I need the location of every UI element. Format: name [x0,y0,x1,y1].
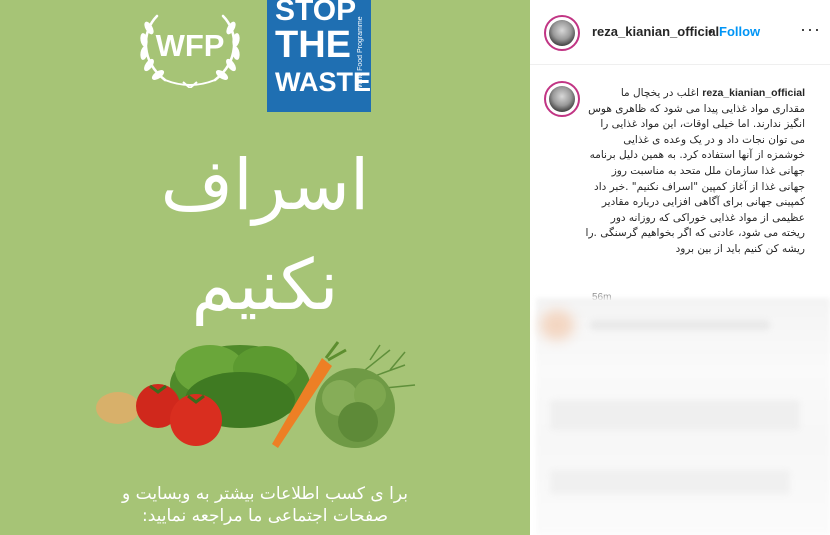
footer-text-2: صفحات اجتماعی ما مراجعه نمایید: [141,506,389,526]
caption-avatar-image [549,86,575,112]
caption-paragraph-1: reza_kianian_official اغلب در یخچال ما م… [585,86,805,195]
wfp-logo: WFP [135,6,245,90]
caption-username[interactable]: reza_kianian_official [702,87,805,99]
post-header: reza_kianian_official • Follow ··· [530,0,830,65]
post-image[interactable]: WFP STOP THE WASTE World Food Programme … [0,0,530,535]
post-caption: reza_kianian_official اغلب در یخچال ما م… [585,86,805,258]
caption-avatar[interactable] [544,81,580,117]
broccoli-icon [315,368,395,448]
header-username[interactable]: reza_kianian_official [592,24,719,39]
caption-paragraph-2: کمپینی جهانی برای آگاهی افزایی درباره مق… [585,196,805,255]
stw-side-text: World Food Programme [357,16,364,92]
blurred-line [590,320,770,330]
vegetables-illustration [96,341,416,448]
blurred-avatar [540,310,574,340]
blurred-block-2 [550,470,790,494]
headline-line-1: اسراف [160,144,370,226]
avatar-image [549,20,575,46]
stop-the-waste-logo: STOP THE WASTE World Food Programme [267,0,371,112]
potato-icon [96,392,140,424]
avatar[interactable] [544,15,580,51]
more-options-icon[interactable]: ··· [800,19,821,40]
blurred-block [550,400,800,430]
wfp-logo-text: WFP [155,28,225,63]
post-sidebar: reza_kianian_official • Follow ··· reza_… [530,0,830,535]
footer-text-1: برا ی کسب اطلاعات بیشتر به وبسایت و [122,484,408,504]
headline-line-2: نکنیم [191,244,339,326]
caption-text-1: اغلب در یخچال ما مقداری مواد غذایی پیدا … [588,87,805,193]
follow-button[interactable]: Follow [719,24,760,39]
stw-line-2: THE [275,24,351,66]
separator-dot: • [708,24,713,39]
